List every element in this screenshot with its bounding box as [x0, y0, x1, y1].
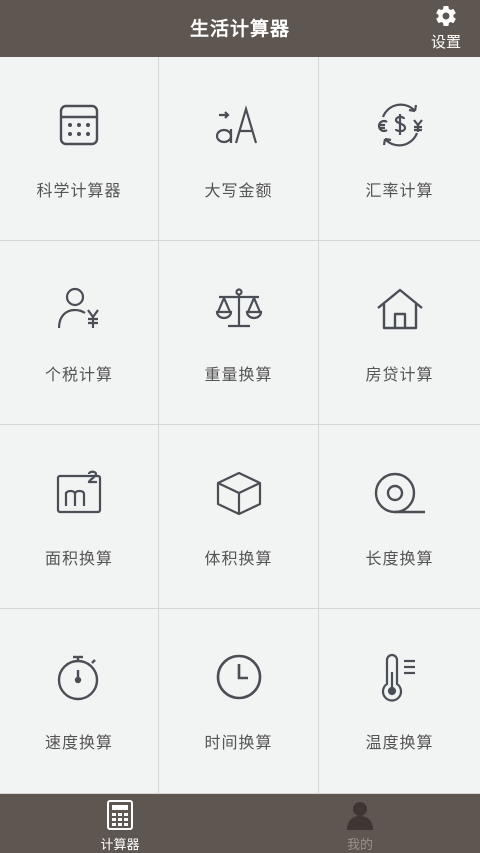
grid-item-label: 个税计算 [44, 365, 113, 384]
grid-item-volume[interactable]: 体积换算 [159, 425, 319, 609]
tape-measure-icon [374, 472, 425, 514]
grid-item-label: 大写金额 [204, 181, 273, 200]
grid-item-temperature[interactable]: 温度换算 [319, 609, 480, 794]
grid-item-label: 温度换算 [365, 733, 434, 752]
settings-button[interactable]: 设置 [424, 4, 468, 54]
grid-item-label: 面积换算 [44, 549, 113, 568]
tab-label: 我的 [346, 838, 373, 853]
bottom-tab-bar: 计算器 我的 [0, 794, 480, 853]
calculator-icon [59, 104, 99, 146]
tab-calculator[interactable]: 计算器 [0, 794, 240, 853]
clock-icon [216, 654, 261, 700]
grid-item-label: 汇率计算 [365, 181, 434, 200]
grid-item-scientific-calculator[interactable]: 科学计算器 [0, 57, 159, 241]
person-yen-icon [57, 287, 99, 329]
user-tab-icon [347, 802, 373, 830]
grid-item-length[interactable]: 长度换算 [319, 425, 480, 609]
settings-label: 设置 [430, 33, 461, 51]
square-meter-icon [56, 470, 102, 514]
thermometer-icon [381, 653, 415, 702]
grid-item-label: 房贷计算 [365, 365, 434, 384]
gear-icon [436, 6, 456, 27]
balance-scale-icon [215, 288, 262, 328]
grid-item-mortgage[interactable]: 房贷计算 [319, 241, 480, 425]
grid-item-speed[interactable]: 速度换算 [0, 609, 159, 794]
grid-item-label: 科学计算器 [36, 181, 122, 200]
calculator-tab-icon [107, 800, 133, 830]
grid-item-time[interactable]: 时间换算 [159, 609, 319, 794]
grid-item-label: 长度换算 [365, 549, 434, 568]
grid-item-exchange-rate[interactable]: 汇率计算 [319, 57, 480, 241]
cube-icon [216, 471, 261, 516]
grid-item-area[interactable]: 面积换算 [0, 425, 159, 609]
tab-label: 计算器 [100, 838, 140, 853]
currency-exchange-icon [377, 103, 423, 147]
grid-item-label: 重量换算 [204, 365, 273, 384]
grid-item-weight[interactable]: 重量换算 [159, 241, 319, 425]
text-case-icon [215, 105, 257, 144]
grid-item-income-tax[interactable]: 个税计算 [0, 241, 159, 425]
tab-mine[interactable]: 我的 [240, 794, 480, 853]
stopwatch-icon [57, 655, 99, 701]
grid-item-label: 速度换算 [44, 733, 113, 752]
calculator-grid: 科学计算器 大写金额 汇率计算 个税计算 重量换算 房贷计算 面积换算 体积换算… [0, 57, 480, 794]
grid-item-capital-amount[interactable]: 大写金额 [159, 57, 319, 241]
grid-item-label: 时间换算 [204, 733, 273, 752]
top-bar: 生活计算器 设置 [0, 0, 480, 57]
grid-item-label: 体积换算 [204, 549, 273, 568]
house-icon [376, 288, 423, 330]
page-title: 生活计算器 [189, 18, 290, 40]
